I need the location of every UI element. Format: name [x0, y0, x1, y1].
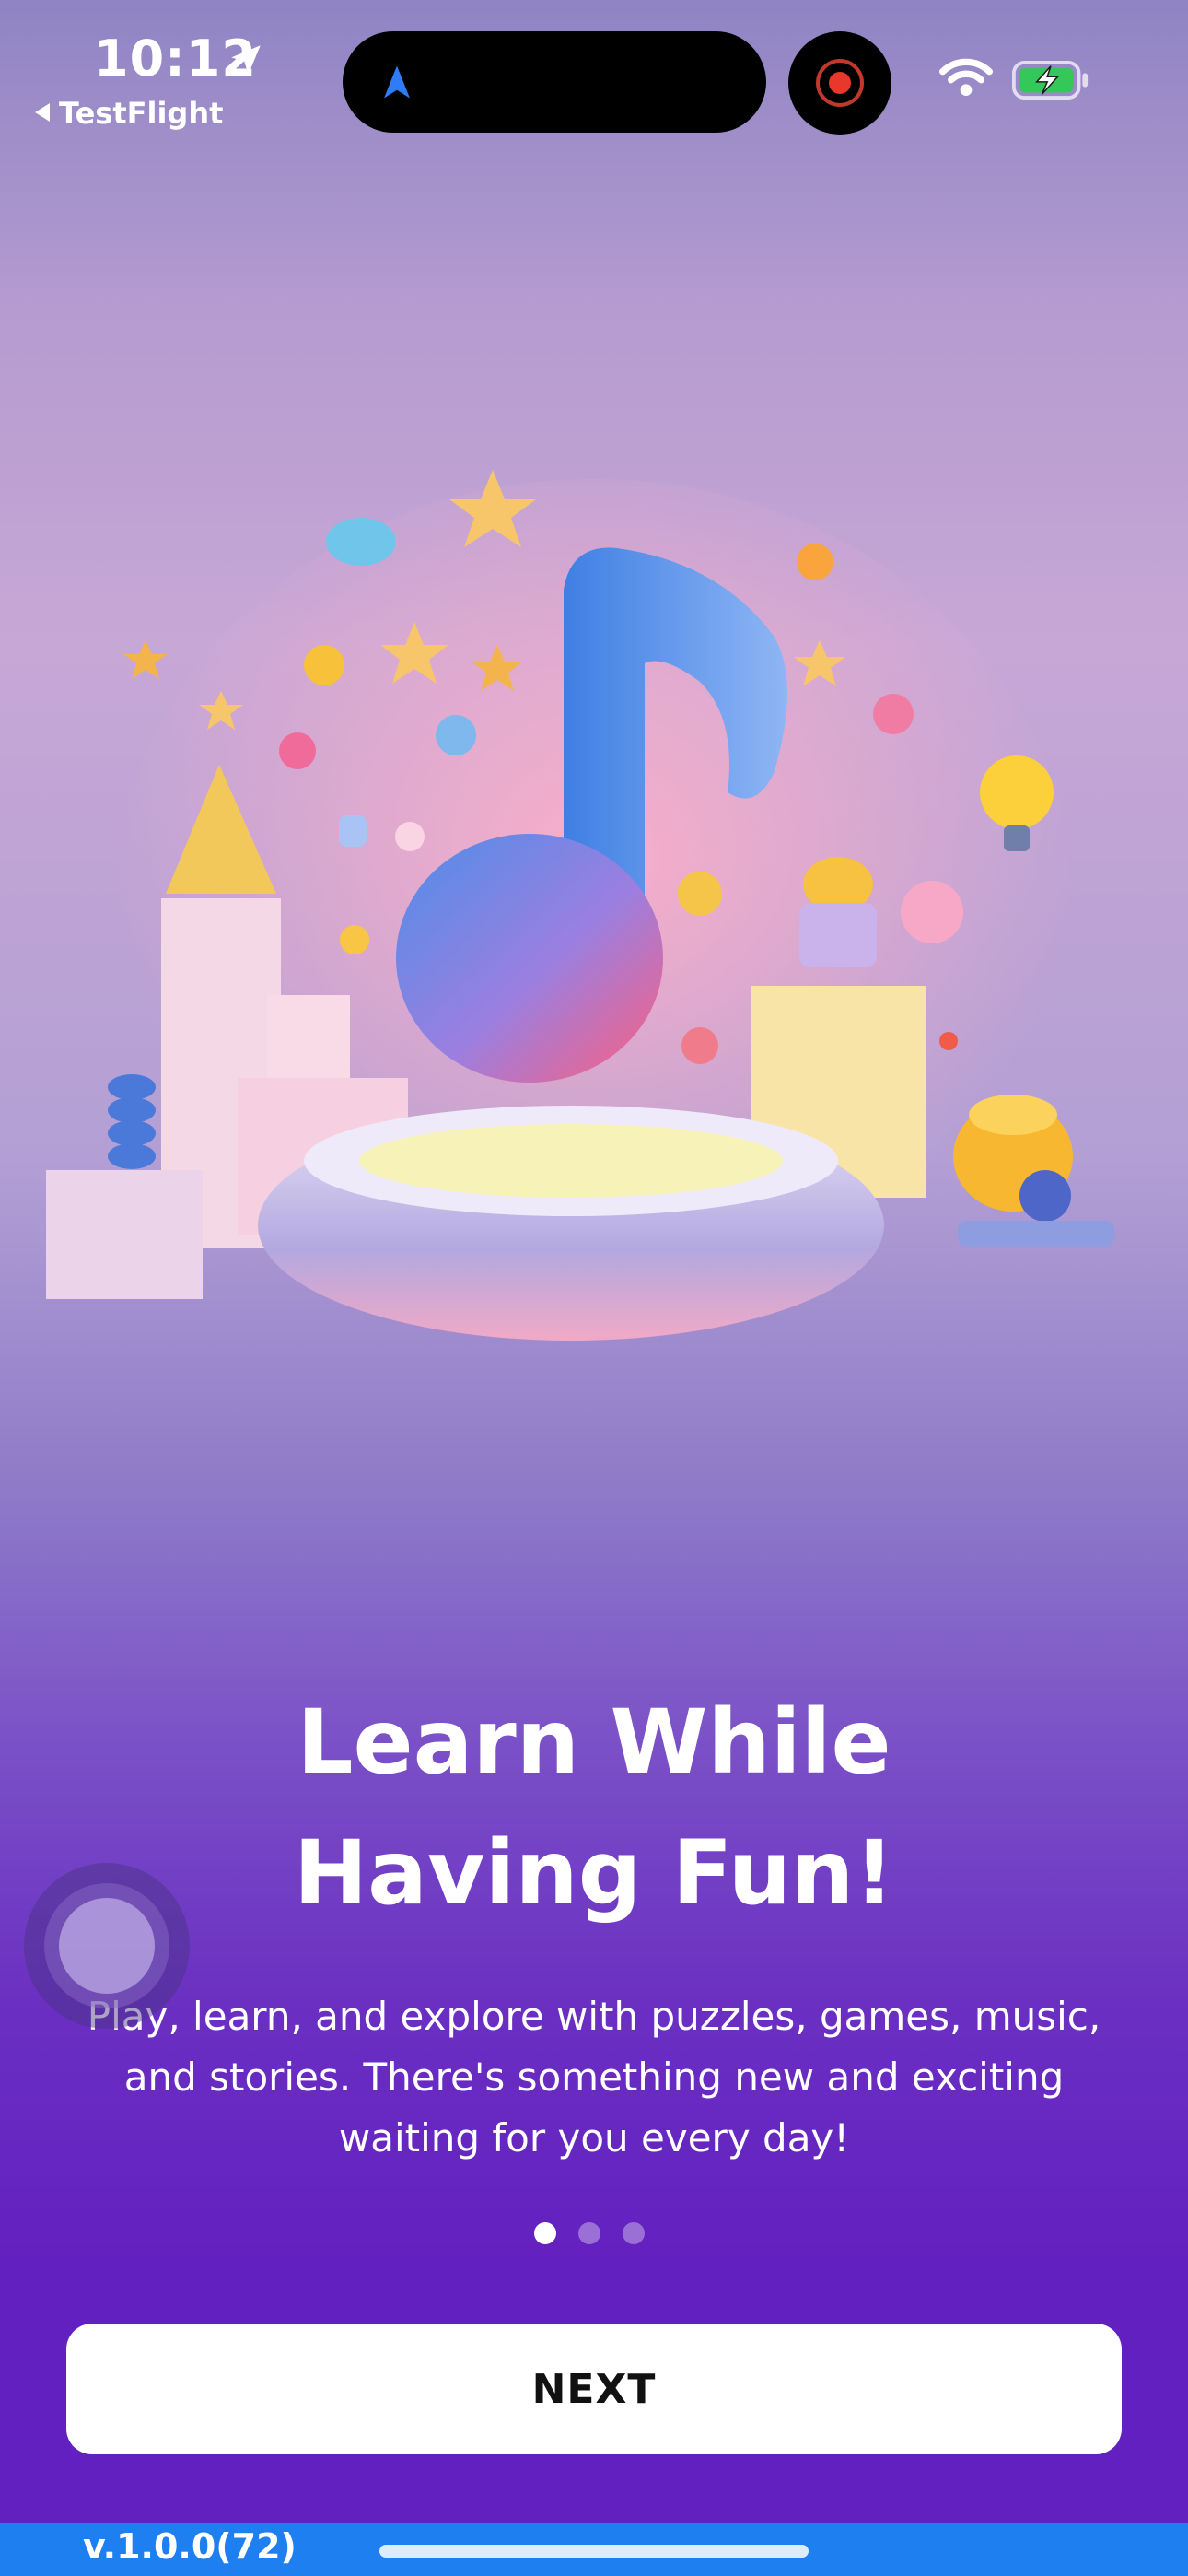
onboarding-description: Play, learn, and explore with puzzles, g…	[87, 1994, 1101, 2160]
navigation-icon	[384, 65, 410, 99]
back-to-testflight-link[interactable]: TestFlight	[35, 96, 223, 131]
onboarding-title: Learn While Having Fun!	[0, 1677, 1188, 1938]
page-dot-2[interactable]	[578, 2222, 600, 2244]
home-indicator[interactable]	[379, 2545, 809, 2558]
app-version-label: v.1.0.0(72)	[83, 2526, 297, 2567]
back-chevron-icon	[35, 103, 50, 122]
title-line-1: Learn While	[297, 1691, 891, 1794]
battery-charging-icon	[1012, 61, 1089, 100]
wifi-icon	[939, 58, 993, 97]
page-indicator	[534, 2222, 645, 2244]
location-arrow-icon	[231, 45, 261, 75]
title-line-2: Having Fun!	[293, 1821, 895, 1925]
page-dot-3[interactable]	[623, 2222, 645, 2244]
page-dot-1[interactable]	[534, 2222, 556, 2244]
blue-spring	[108, 1074, 156, 1169]
music-note-head	[396, 834, 663, 1083]
hero-illustration	[46, 470, 1114, 1341]
back-app-label: TestFlight	[59, 96, 224, 131]
assistive-touch-button[interactable]	[24, 1863, 190, 2029]
status-bar: 10:12 TestFlight	[0, 0, 1188, 147]
lightbulb	[980, 755, 1054, 829]
screen-recording-icon[interactable]	[788, 31, 891, 135]
next-button[interactable]: NEXT	[66, 2324, 1122, 2454]
debug-footer-bar: v.1.0.0(72)	[0, 2523, 1188, 2576]
dynamic-island	[343, 31, 766, 133]
